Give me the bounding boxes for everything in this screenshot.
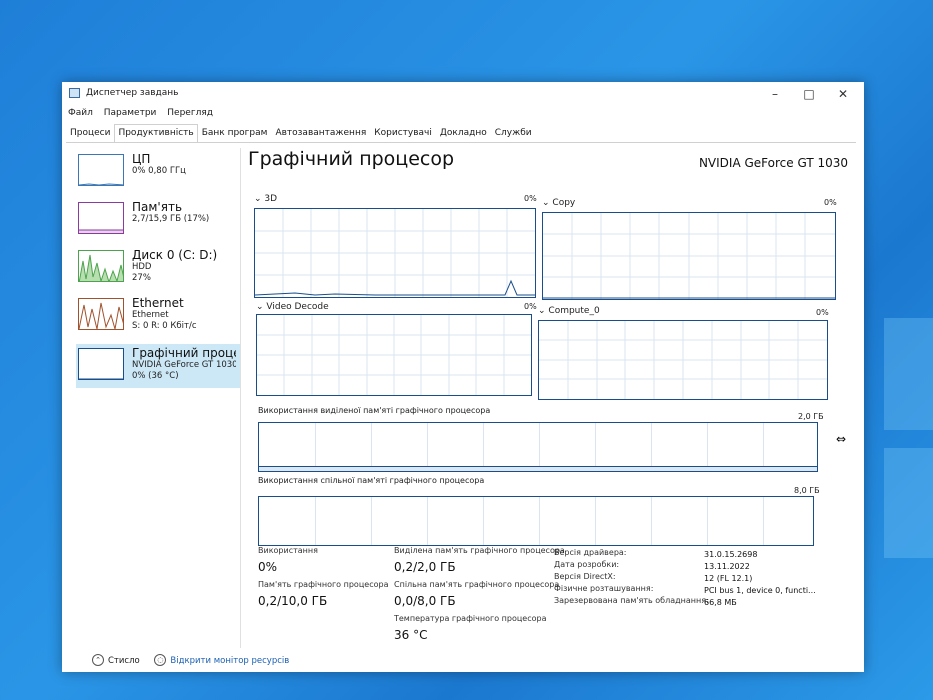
driver-version-label: Версія драйвера: xyxy=(554,548,627,557)
menu-options[interactable]: Параметри xyxy=(104,108,157,118)
sidebar-item-label: Графічний процес xyxy=(132,346,236,360)
engine-copy-selector[interactable]: ⌄ Copy xyxy=(542,198,575,208)
shared-memory-max: 8,0 ГБ xyxy=(794,486,820,495)
directx-version-label: Версія DirectX: xyxy=(554,572,616,581)
resource-monitor-link[interactable]: ◌ Відкрити монітор ресурсів xyxy=(154,654,290,666)
task-manager-window: Диспетчер завдань – □ ✕ Файл Параметри П… xyxy=(62,82,864,672)
sidebar-item-detail: NVIDIA GeForce GT 1030 xyxy=(132,360,236,370)
dedicated-memory-label: Використання виділеної пам'яті графічног… xyxy=(258,406,491,415)
dedicated-memory-stat-label: Виділена пам'ять графічного процесора xyxy=(394,546,565,555)
sidebar-item-detail: 27% xyxy=(132,273,151,283)
sidebar-item-detail: S: 0 R: 0 Кбіт/с xyxy=(132,321,197,331)
tab-processes[interactable]: Процеси xyxy=(66,124,114,142)
engine-percent: 0% xyxy=(824,198,837,207)
tab-startup[interactable]: Автозавантаження xyxy=(271,124,370,142)
dedicated-memory-max: 2,0 ГБ xyxy=(798,412,824,421)
usage-label: Використання xyxy=(258,546,318,555)
usage-value: 0% xyxy=(258,560,278,574)
tab-users[interactable]: Користувачі xyxy=(370,124,436,142)
chevron-up-icon: ⌃ xyxy=(92,654,104,666)
gpu-memory-label: Пам'ять графічного процесора xyxy=(258,580,389,589)
performance-sidebar: ЦП 0% 0,80 ГГц Пам'ять 2,7/15,9 ГБ (17%)… xyxy=(72,148,241,648)
engine-label: Compute_0 xyxy=(548,306,600,316)
physical-location-label: Фізичне розташування: xyxy=(554,584,654,593)
driver-date-label: Дата розробки: xyxy=(554,560,620,569)
sidebar-item-label: ЦП xyxy=(132,152,151,166)
engine-label: Video Decode xyxy=(266,302,329,312)
engine-percent: 0% xyxy=(816,308,829,317)
gpu-panel: Графічний процесор NVIDIA GeForce GT 103… xyxy=(248,148,848,648)
desktop-logo-pane-bottom xyxy=(884,448,933,558)
tab-details[interactable]: Докладно xyxy=(436,124,491,142)
footer-bar: ⌃ Стисло ◌ Відкрити монітор ресурсів xyxy=(92,654,289,666)
sidebar-item-detail: Ethernet xyxy=(132,310,169,320)
disk-thumbnail xyxy=(78,250,124,282)
cpu-thumbnail xyxy=(78,154,124,186)
page-title: Графічний процесор xyxy=(248,148,455,170)
gpu-model-name: NVIDIA GeForce GT 1030 xyxy=(698,156,848,170)
shared-memory-stat-label: Спільна пам'ять графічного процесора xyxy=(394,580,560,589)
engine-compute-selector[interactable]: ⌄ Compute_0 xyxy=(538,306,600,316)
tab-bar: Процеси Продуктивність Банк програм Авто… xyxy=(66,124,856,143)
reserved-memory-value: 66,8 МБ xyxy=(704,598,737,607)
sidebar-item-label: Диск 0 (C: D:) xyxy=(132,248,218,262)
ethernet-thumbnail xyxy=(78,298,124,330)
sidebar-item-disk[interactable]: Диск 0 (C: D:) HDD 27% xyxy=(76,246,240,290)
close-button[interactable]: ✕ xyxy=(828,84,858,104)
tab-app-history[interactable]: Банк програм xyxy=(198,124,272,142)
engine-3d-graph xyxy=(254,208,536,298)
engine-video-decode-graph xyxy=(256,314,532,396)
engine-label: 3D xyxy=(264,194,278,204)
sidebar-item-gpu[interactable]: Графічний процес NVIDIA GeForce GT 1030 … xyxy=(76,344,240,388)
menu-file[interactable]: Файл xyxy=(68,108,93,118)
directx-version-value: 12 (FL 12.1) xyxy=(704,574,753,583)
engine-compute-graph xyxy=(538,320,828,400)
shared-memory-graph xyxy=(258,496,814,546)
sidebar-item-cpu[interactable]: ЦП 0% 0,80 ГГц xyxy=(76,150,240,194)
gpu-memory-value: 0,2/10,0 ГБ xyxy=(258,594,328,608)
memory-thumbnail xyxy=(78,202,124,234)
engine-percent: 0% xyxy=(524,194,537,203)
desktop-logo-pane-top xyxy=(884,318,933,430)
engine-video-decode-selector[interactable]: ⌄ Video Decode xyxy=(256,302,329,312)
sidebar-item-label: Пам'ять xyxy=(132,200,183,214)
sidebar-item-detail: 2,7/15,9 ГБ (17%) xyxy=(132,214,210,224)
dedicated-memory-graph xyxy=(258,422,818,472)
window-title: Диспетчер завдань xyxy=(86,88,179,98)
engine-3d-selector[interactable]: ⌄ 3D xyxy=(254,194,277,204)
temperature-value: 36 °C xyxy=(394,628,428,642)
fewer-details-label: Стисло xyxy=(108,655,140,666)
resize-cursor-icon: ⇔ xyxy=(836,432,847,446)
engine-percent: 0% xyxy=(524,302,537,311)
fewer-details-button[interactable]: ⌃ Стисло xyxy=(92,654,140,666)
temperature-label: Температура графічного процесора xyxy=(394,614,547,623)
sidebar-item-label: Ethernet xyxy=(132,296,184,310)
engine-copy-graph xyxy=(542,212,836,300)
maximize-button[interactable]: □ xyxy=(794,84,824,104)
physical-location-value: PCI bus 1, device 0, functi... xyxy=(704,586,816,595)
engine-label: Copy xyxy=(552,198,576,208)
sidebar-item-detail: 0% (36 °C) xyxy=(132,371,179,381)
driver-date-value: 13.11.2022 xyxy=(704,562,750,571)
menu-bar: Файл Параметри Перегляд xyxy=(68,108,221,122)
menu-view[interactable]: Перегляд xyxy=(167,108,213,118)
resource-monitor-icon: ◌ xyxy=(154,654,167,666)
dedicated-memory-stat-value: 0,2/2,0 ГБ xyxy=(394,560,456,574)
reserved-memory-label: Зарезервована пам'ять обладнання: xyxy=(554,596,709,605)
tab-performance[interactable]: Продуктивність xyxy=(114,124,198,142)
resource-monitor-label: Відкрити монітор ресурсів xyxy=(170,655,290,666)
title-bar[interactable]: Диспетчер завдань – □ ✕ xyxy=(62,82,864,106)
minimize-button[interactable]: – xyxy=(760,84,790,104)
sidebar-item-detail: HDD xyxy=(132,262,152,272)
driver-version-value: 31.0.15.2698 xyxy=(704,550,758,559)
tab-services[interactable]: Служби xyxy=(491,124,536,142)
sidebar-item-detail: 0% 0,80 ГГц xyxy=(132,166,186,176)
sidebar-item-memory[interactable]: Пам'ять 2,7/15,9 ГБ (17%) xyxy=(76,198,240,242)
task-manager-icon xyxy=(69,88,80,98)
shared-memory-label: Використання спільної пам'яті графічного… xyxy=(258,476,485,485)
gpu-thumbnail xyxy=(78,348,124,380)
shared-memory-stat-value: 0,0/8,0 ГБ xyxy=(394,594,456,608)
sidebar-item-ethernet[interactable]: Ethernet Ethernet S: 0 R: 0 Кбіт/с xyxy=(76,294,240,338)
